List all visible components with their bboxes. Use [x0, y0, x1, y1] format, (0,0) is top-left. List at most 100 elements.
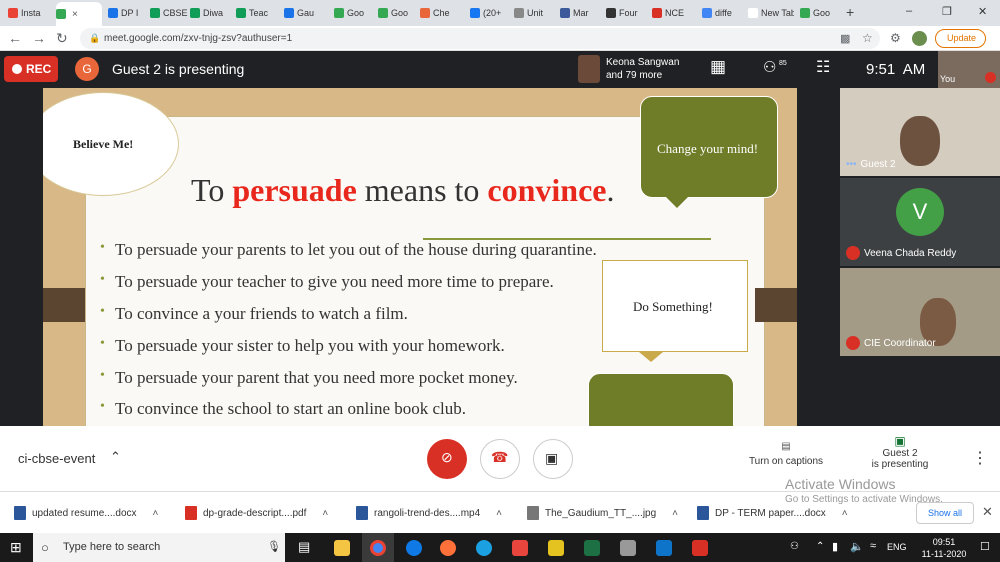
mic-off-icon — [846, 336, 860, 350]
speaker-icon[interactable]: 🔈 — [850, 540, 864, 553]
tab-label: DP I — [121, 8, 139, 18]
close-window-icon[interactable]: ✕ — [978, 5, 987, 18]
browser-tab[interactable]: Che — [420, 3, 464, 23]
participants-summary[interactable]: Keona Sangwan and 79 more — [606, 56, 679, 82]
more-options-icon[interactable]: ⋮ — [972, 448, 988, 468]
back-icon[interactable]: ← — [8, 30, 22, 46]
internet-explorer-icon[interactable] — [476, 540, 492, 556]
recording-badge: REC — [4, 56, 58, 82]
tab-favicon-icon — [284, 8, 294, 18]
camera-icon[interactable]: ▩ — [840, 32, 850, 45]
participant-tile[interactable]: V Veena Chada Reddy — [840, 178, 1000, 266]
browser-tab[interactable]: (20+ — [470, 3, 510, 23]
tab-favicon-icon — [606, 8, 616, 18]
slide-title: To persuade means to convince. — [191, 172, 615, 209]
browser-tab[interactable]: Unit — [514, 3, 556, 23]
system-clock[interactable]: 09:51 11-11-2020 — [918, 536, 970, 560]
acrobat-icon[interactable] — [692, 540, 708, 556]
reload-icon[interactable]: ↻ — [56, 30, 68, 47]
browser-tab[interactable]: Goo — [800, 3, 838, 23]
browser-tab[interactable]: New Tab — [748, 3, 794, 23]
believe-text: Believe Me! — [73, 137, 134, 151]
layout-icon[interactable]: ▦ — [710, 57, 726, 77]
language-indicator[interactable]: ENG — [887, 542, 907, 552]
green-box-bottom — [588, 373, 734, 426]
forward-icon[interactable]: → — [32, 30, 46, 46]
browser-tab[interactable]: Gau — [284, 3, 328, 23]
bookmark-star-icon[interactable]: ☆ — [862, 31, 873, 45]
browser-tab[interactable]: Four — [606, 3, 648, 23]
profile-avatar[interactable] — [912, 31, 927, 46]
captions-button[interactable]: ▤ Turn on captions — [740, 441, 832, 467]
chevron-up-icon[interactable]: ˄ — [842, 508, 848, 519]
restore-icon[interactable]: ❐ — [942, 5, 952, 18]
update-button[interactable]: Update — [935, 29, 987, 48]
minimize-icon[interactable]: – — [906, 5, 912, 17]
browser-tab[interactable]: Goo — [378, 3, 416, 23]
tab-label: Mar — [573, 8, 589, 18]
edge-icon[interactable] — [406, 540, 422, 556]
self-view[interactable]: You — [938, 51, 1000, 88]
windows-taskbar: ⊞ ○ Type here to search 🎙 ▤ ⚇ ⌃ ▮ 🔈 ≈ EN… — [0, 533, 1000, 562]
notifications-icon[interactable]: ☐ — [980, 540, 990, 553]
browser-tab[interactable]: NCE — [652, 3, 696, 23]
firefox-icon[interactable] — [440, 540, 456, 556]
more-options-icon[interactable]: ••• — [846, 159, 857, 170]
camera-toggle-button[interactable]: ▣ — [533, 439, 573, 479]
browser-tab[interactable]: Teac — [236, 3, 278, 23]
download-item[interactable]: dp-grade-descript....pdf ˄ — [185, 502, 328, 524]
bullet-item: To persuade your parents to let you out … — [100, 240, 597, 260]
presenting-status[interactable]: ▣ Guest 2 is presenting — [855, 434, 945, 470]
windows-start-icon[interactable]: ⊞ — [10, 539, 22, 556]
chrome-taskbar-button[interactable] — [362, 533, 394, 562]
excel-icon[interactable] — [584, 540, 600, 556]
show-all-button[interactable]: Show all — [916, 502, 974, 524]
browser-tab[interactable]: Diwa — [190, 3, 230, 23]
microphone-icon[interactable]: 🎙 — [267, 533, 281, 562]
browser-tab[interactable]: Insta — [8, 3, 50, 23]
download-item[interactable]: rangoli-trend-des....mp4 ˄ — [356, 502, 502, 524]
download-item[interactable]: DP - TERM paper....docx ˄ — [697, 502, 848, 524]
new-tab-icon[interactable]: + — [846, 4, 854, 20]
chevron-up-icon[interactable]: ˄ — [672, 508, 678, 519]
chevron-up-icon[interactable]: ˄ — [496, 508, 502, 519]
url-field[interactable]: 🔒 meet.google.com/zxv-tnjg-zsv?authuser=… — [80, 28, 880, 49]
browser-tab[interactable]: diffe — [702, 3, 742, 23]
download-item[interactable]: updated resume....docx ˄ — [14, 502, 158, 524]
taskbar-search[interactable]: ○ Type here to search 🎙 — [33, 533, 285, 562]
chat-icon[interactable]: ☷ — [816, 57, 830, 77]
meeting-name[interactable]: ci-cbse-event — [18, 451, 95, 466]
file-explorer-icon[interactable] — [334, 540, 350, 556]
change-mind-pointer — [665, 196, 689, 208]
browser-tab[interactable]: CBSE — [150, 3, 188, 23]
close-tab-icon[interactable]: × — [72, 9, 78, 20]
people-icon[interactable]: ⚇ — [790, 541, 799, 552]
close-icon[interactable]: ✕ — [982, 504, 993, 520]
microphone-toggle-button[interactable]: ⊘ — [427, 439, 467, 479]
app-icon[interactable] — [620, 540, 636, 556]
media-player-icon[interactable] — [656, 540, 672, 556]
wifi-icon[interactable]: ≈ — [870, 540, 876, 552]
browser-tab[interactable]: DP I — [108, 3, 144, 23]
change-mind-box: Change your mind! — [640, 96, 778, 198]
browser-tab[interactable]: Mar — [560, 3, 602, 23]
people-icon[interactable]: ⚇ — [763, 58, 776, 76]
task-view-icon[interactable]: ▤ — [298, 539, 310, 555]
app-icon[interactable] — [512, 540, 528, 556]
participant-tile[interactable]: CIE Coordinator — [840, 268, 1000, 356]
extensions-icon[interactable]: ⚙ — [890, 31, 901, 45]
sticky-notes-icon[interactable] — [548, 540, 564, 556]
chevron-up-icon[interactable]: ⌃ — [110, 449, 121, 465]
address-bar-row: ← → ↻ 🔒 meet.google.com/zxv-tnjg-zsv?aut… — [0, 26, 1000, 51]
chevron-up-icon[interactable]: ˄ — [322, 508, 328, 519]
battery-icon[interactable]: ▮ — [832, 540, 838, 553]
browser-tab[interactable]: × — [56, 2, 102, 26]
browser-tab[interactable]: Goo — [334, 3, 374, 23]
chevron-up-icon[interactable]: ˄ — [153, 508, 159, 519]
download-item[interactable]: The_Gaudium_TT_....jpg ˄ — [527, 502, 678, 524]
participant-tile[interactable]: ••• Guest 2 — [840, 88, 1000, 176]
leave-call-button[interactable]: ☎ — [480, 439, 520, 479]
presenting-status-line2: is presenting — [871, 459, 929, 470]
chevron-up-icon[interactable]: ⌃ — [816, 541, 824, 552]
title-part3: . — [606, 172, 615, 208]
